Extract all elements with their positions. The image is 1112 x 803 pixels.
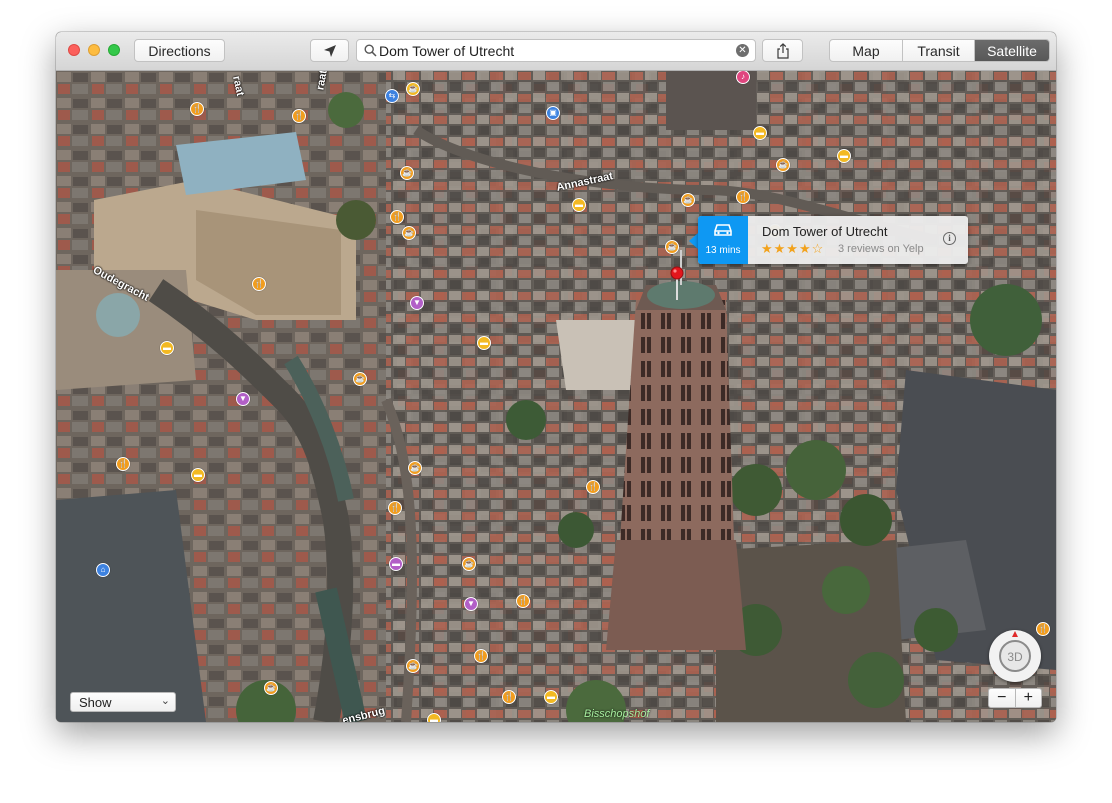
zoom-control: − + (988, 688, 1042, 708)
food-poi-icon[interactable]: ▬ (572, 198, 586, 212)
compass-3d-control[interactable]: 3D (989, 630, 1041, 682)
food-poi-icon[interactable]: ☕ (406, 82, 420, 96)
search-icon (364, 44, 377, 57)
restaurant-poi-icon[interactable]: 🍴 (190, 102, 204, 116)
close-window-button[interactable] (68, 44, 80, 56)
share-icon (776, 42, 789, 59)
restaurant-poi-icon[interactable]: 🍴 (474, 649, 488, 663)
zoom-in-button[interactable]: + (1016, 689, 1042, 707)
food-poi-icon[interactable]: ▬ (427, 713, 441, 722)
restaurant-poi-icon[interactable]: 🍴 (1036, 622, 1050, 636)
3d-label: 3D (1007, 650, 1023, 664)
bar-poi-icon[interactable]: ▼ (236, 392, 250, 406)
zoom-out-button[interactable]: − (989, 689, 1016, 707)
search-field[interactable]: ✕ (356, 39, 756, 62)
park-label-bisschopshof: Bisschopshof (584, 708, 650, 720)
directions-button[interactable]: Directions (134, 39, 225, 62)
restaurant-poi-icon[interactable]: 🍴 (388, 501, 402, 515)
bar-poi-icon[interactable]: ▼ (410, 296, 424, 310)
compass-north-icon (1012, 631, 1018, 637)
clear-search-icon[interactable]: ✕ (736, 44, 749, 57)
rating-stars: ★★★★☆ (761, 241, 825, 256)
place-callout[interactable]: 13 mins Dom Tower of Utrecht ★★★★☆ 3 rev… (698, 216, 968, 264)
cafe-poi-icon[interactable]: ☕ (408, 461, 422, 475)
toolbar: Directions ✕ Map Transit Satellite (56, 32, 1056, 71)
satellite-imagery (56, 70, 1056, 722)
reviews-text: 3 reviews on Yelp (838, 243, 924, 255)
callout-pointer (689, 233, 698, 249)
nightlife-poi-icon[interactable]: ♪ (736, 70, 750, 84)
museum-poi-icon[interactable]: ⌂ (96, 563, 110, 577)
cafe-poi-icon[interactable]: ☕ (402, 226, 416, 240)
restaurant-poi-icon[interactable]: 🍴 (390, 210, 404, 224)
restaurant-poi-icon[interactable]: 🍴 (502, 690, 516, 704)
search-input[interactable] (379, 41, 729, 60)
cafe-poi-icon[interactable]: ☕ (681, 193, 695, 207)
food-poi-icon[interactable]: ▬ (753, 126, 767, 140)
eta-text: 13 mins (705, 245, 741, 256)
food-poi-icon[interactable]: ▬ (160, 341, 174, 355)
cafe-poi-icon[interactable]: ☕ (462, 557, 476, 571)
show-dropdown-label: Show (79, 695, 112, 710)
location-pin-icon[interactable] (670, 266, 684, 302)
info-icon[interactable]: i (943, 232, 956, 245)
zoom-window-button[interactable] (108, 44, 120, 56)
restaurant-poi-icon[interactable]: 🍴 (586, 480, 600, 494)
cafe-poi-icon[interactable]: ☕ (406, 659, 420, 673)
tab-satellite[interactable]: Satellite (975, 40, 1049, 61)
cafe-poi-icon[interactable]: ☕ (264, 681, 278, 695)
place-title: Dom Tower of Utrecht (762, 224, 888, 239)
drive-eta-button[interactable]: 13 mins (698, 216, 748, 264)
location-arrow-icon (323, 44, 336, 57)
restaurant-poi-icon[interactable]: 🍴 (252, 277, 266, 291)
shopping-poi-icon[interactable]: ▬ (389, 557, 403, 571)
minimize-window-button[interactable] (88, 44, 100, 56)
cafe-poi-icon[interactable]: ☕ (353, 372, 367, 386)
transit-poi-icon[interactable]: ⇆ (385, 89, 399, 103)
chevron-down-icon: ⌄ (160, 695, 170, 707)
restaurant-poi-icon[interactable]: 🍴 (116, 457, 130, 471)
maps-window: Directions ✕ Map Transit Satellite (56, 32, 1056, 722)
food-poi-icon[interactable]: ▬ (191, 468, 205, 482)
show-dropdown[interactable]: Show ⌄ (70, 692, 176, 712)
food-poi-icon[interactable]: ▬ (837, 149, 851, 163)
restaurant-poi-icon[interactable]: 🍴 (292, 109, 306, 123)
share-button[interactable] (762, 39, 803, 62)
car-icon (714, 224, 732, 236)
library-poi-icon[interactable]: ▣ (546, 106, 560, 120)
cafe-poi-icon[interactable]: ☕ (400, 166, 414, 180)
restaurant-poi-icon[interactable]: 🍴 (736, 190, 750, 204)
current-location-button[interactable] (310, 39, 349, 62)
bar-poi-icon[interactable]: ▼ (464, 597, 478, 611)
satellite-map[interactable]: Annastraat Oudegracht raat raat ensbrug … (56, 70, 1056, 722)
3d-toggle[interactable]: 3D (999, 640, 1031, 672)
cafe-poi-icon[interactable]: ☕ (665, 240, 679, 254)
food-poi-icon[interactable]: ▬ (477, 336, 491, 350)
tab-transit[interactable]: Transit (903, 40, 975, 61)
cafe-poi-icon[interactable]: ☕ (776, 158, 790, 172)
food-poi-icon[interactable]: ▬ (544, 690, 558, 704)
map-mode-segmented-control: Map Transit Satellite (829, 39, 1050, 62)
tab-map[interactable]: Map (830, 40, 903, 61)
restaurant-poi-icon[interactable]: 🍴 (516, 594, 530, 608)
